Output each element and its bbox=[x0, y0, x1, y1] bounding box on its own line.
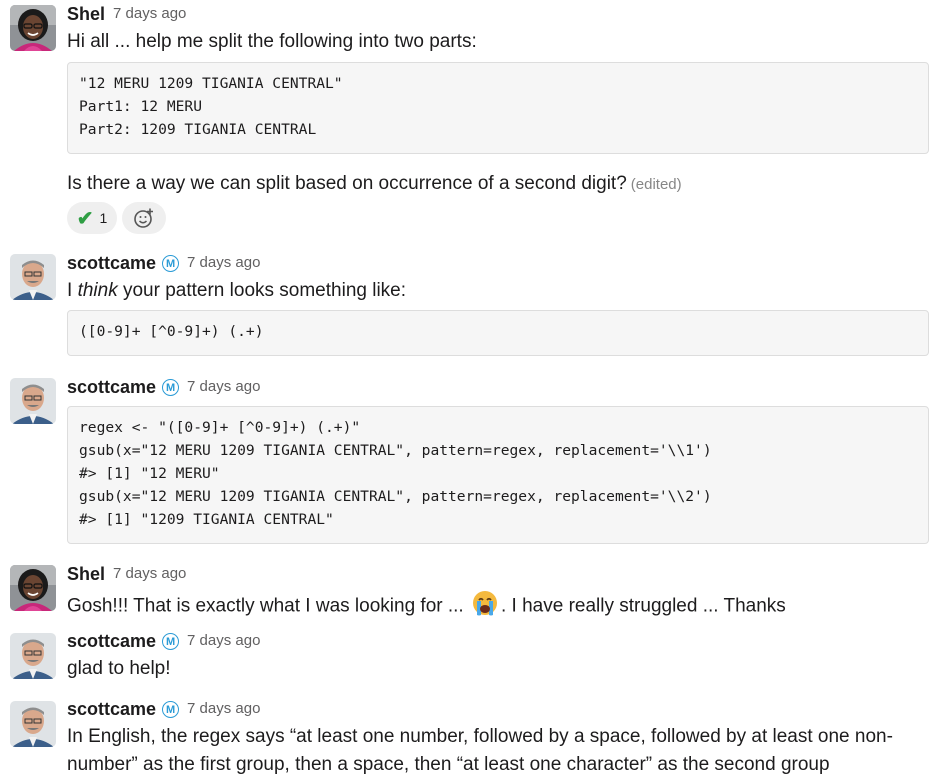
code-block: regex <- "([0-9]+ [^0-9]+) (.+)" gsub(x=… bbox=[67, 406, 929, 544]
code-block: "12 MERU 1209 TIGANIA CENTRAL" Part1: 12… bbox=[67, 62, 929, 154]
timestamp[interactable]: 7 days ago bbox=[187, 254, 260, 271]
avatar-shel[interactable] bbox=[10, 565, 56, 611]
add-emoji-icon bbox=[134, 208, 153, 228]
message-text-line-2: number” as the first group, then a space… bbox=[67, 754, 830, 775]
code-line: #> [1] "12 MERU" bbox=[79, 465, 220, 482]
author-name[interactable]: scottcame bbox=[67, 631, 156, 651]
reaction-check[interactable]: ✔ 1 bbox=[67, 202, 117, 234]
code-line: #> [1] "1209 TIGANIA CENTRAL" bbox=[79, 511, 334, 528]
message-text: Hi all ... help me split the following i… bbox=[67, 31, 477, 52]
avatar-shel[interactable] bbox=[10, 5, 56, 51]
code-line: regex <- "([0-9]+ [^0-9]+) (.+)" bbox=[79, 419, 361, 436]
timestamp[interactable]: 7 days ago bbox=[113, 5, 186, 22]
timestamp[interactable]: 7 days ago bbox=[187, 632, 260, 649]
author-name[interactable]: Shel bbox=[67, 4, 105, 24]
author-name[interactable]: scottcame bbox=[67, 253, 156, 273]
avatar-scottcame[interactable] bbox=[10, 254, 56, 300]
message-text-body: Is there a way we can split based on occ… bbox=[67, 173, 627, 194]
member-badge-icon: M bbox=[162, 700, 180, 718]
reaction-count: 1 bbox=[99, 210, 108, 226]
code-line: ([0-9]+ [^0-9]+) (.+) bbox=[79, 323, 264, 340]
code-line: Part2: 1209 TIGANIA CENTRAL bbox=[79, 121, 317, 138]
message-text: I think your pattern looks something lik… bbox=[67, 277, 406, 305]
member-badge-icon: M bbox=[162, 254, 180, 272]
code-line: gsub(x="12 MERU 1209 TIGANIA CENTRAL", p… bbox=[79, 442, 712, 459]
author-name[interactable]: Shel bbox=[67, 564, 105, 584]
avatar-scottcame[interactable] bbox=[10, 701, 56, 747]
code-block: ([0-9]+ [^0-9]+) (.+) bbox=[67, 310, 929, 356]
check-mark-icon: ✔ bbox=[76, 207, 94, 230]
message-text-second: Is there a way we can split based on occ… bbox=[67, 170, 682, 199]
text-segment: I bbox=[67, 280, 78, 301]
emphasis-text: think bbox=[77, 280, 118, 301]
avatar-scottcame[interactable] bbox=[10, 633, 56, 679]
member-badge-icon: M bbox=[162, 632, 180, 650]
author-name[interactable]: scottcame bbox=[67, 377, 156, 397]
code-line: gsub(x="12 MERU 1209 TIGANIA CENTRAL", p… bbox=[79, 488, 712, 505]
timestamp[interactable]: 7 days ago bbox=[113, 565, 186, 582]
author-name[interactable]: scottcame bbox=[67, 699, 156, 719]
crying-face-icon[interactable] bbox=[471, 588, 499, 625]
message-text-line-1: In English, the regex says “at least one… bbox=[67, 726, 893, 747]
timestamp[interactable]: 7 days ago bbox=[187, 700, 260, 717]
timestamp[interactable]: 7 days ago bbox=[187, 378, 260, 395]
add-reaction-button[interactable] bbox=[122, 202, 166, 234]
message-text: glad to help! bbox=[67, 658, 171, 679]
edited-label: (edited) bbox=[630, 176, 682, 193]
code-line: Part1: 12 MERU bbox=[79, 98, 203, 115]
text-segment: . I have really struggled ... Thanks bbox=[501, 595, 786, 617]
text-segment: your pattern looks something like: bbox=[117, 280, 407, 301]
avatar-scottcame[interactable] bbox=[10, 378, 56, 424]
code-line: "12 MERU 1209 TIGANIA CENTRAL" bbox=[79, 75, 343, 92]
member-badge-icon: M bbox=[162, 378, 180, 396]
text-segment: Gosh!!! That is exactly what I was looki… bbox=[67, 595, 469, 617]
message-text: Gosh!!! That is exactly what I was looki… bbox=[67, 588, 786, 625]
